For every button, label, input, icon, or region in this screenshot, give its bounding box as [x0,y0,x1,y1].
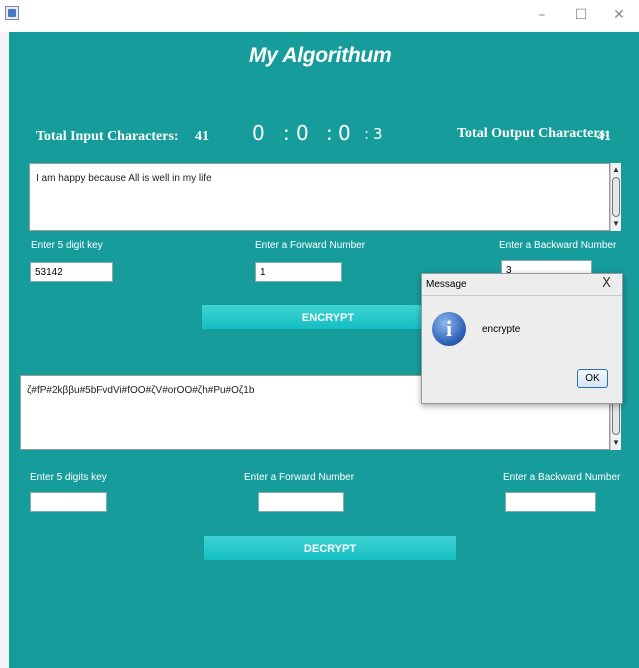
info-icon: i [432,312,466,346]
output-count-label: Total Output Characters: [457,126,610,141]
app-title: My Algorithum [249,44,392,67]
decrypt-key-input[interactable] [30,492,107,512]
timer-hours: 0 [252,121,265,145]
decrypt-backward-label: Enter a Backward Number [503,472,621,483]
timer-sep-1: : [283,121,290,145]
encrypt-backward-label: Enter a Backward Number [499,240,617,251]
encrypt-key-label: Enter 5 digit key [31,240,103,251]
decrypt-backward-input[interactable] [505,492,596,512]
close-window-button[interactable]: ✕ [604,5,634,25]
encrypt-forward-input[interactable] [255,262,342,282]
java-app-icon [5,6,19,20]
decrypt-forward-input[interactable] [258,492,344,512]
plaintext-input[interactable]: I am happy because All is well in my lif… [29,163,610,231]
encrypt-button[interactable]: ENCRYPT [201,304,455,330]
decrypt-key-label: Enter 5 digits key [30,472,107,483]
ok-button[interactable]: OK [577,369,608,388]
encrypt-key-input[interactable] [30,262,113,282]
dialog-title: Message [426,279,467,290]
maximize-button[interactable]: ☐ [566,5,596,25]
timer-seconds: 0 [338,121,351,145]
input-count-label: Total Input Characters: [36,129,179,144]
dialog-message: encrypte [482,324,521,335]
timer-sep-3: : [364,125,370,143]
dialog-close-button[interactable]: X [602,276,611,291]
encrypt-forward-label: Enter a Forward Number [255,240,366,251]
message-dialog: Message X i encrypte OK [421,273,623,404]
output-count-value: 41 [597,129,611,144]
timer-ms: 3 [373,125,383,143]
window-title-bar: – ☐ ✕ [0,0,639,32]
dialog-title-divider [422,295,622,296]
timer-sep-2: : [326,121,333,145]
input-count-value: 41 [195,129,209,144]
minimize-button[interactable]: – [527,5,557,25]
decrypt-forward-label: Enter a Forward Number [244,472,355,483]
decrypt-button[interactable]: DECRYPT [203,535,457,561]
timer-minutes: 0 [296,121,309,145]
plaintext-scrollbar[interactable]: ▲ ▼ [610,163,621,231]
